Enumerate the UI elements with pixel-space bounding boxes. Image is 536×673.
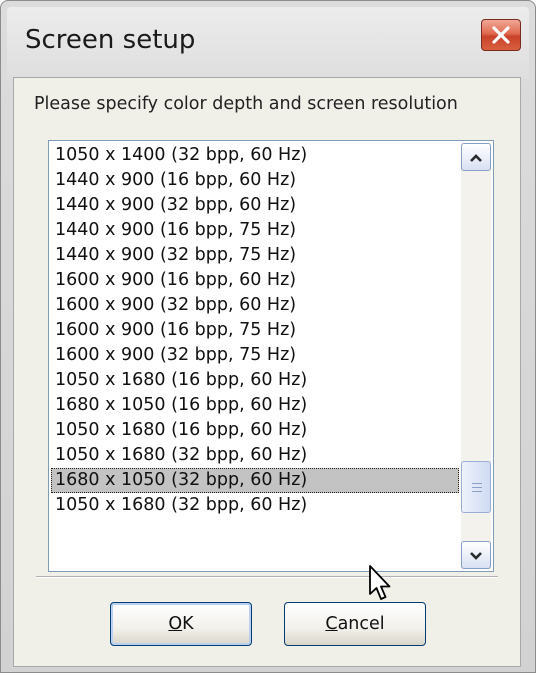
list-item[interactable]: 1050 x 1680 (32 bpp, 60 Hz) (51, 493, 459, 518)
thumb-grip-line (472, 487, 482, 488)
list-item[interactable]: 1440 x 900 (16 bpp, 75 Hz) (51, 218, 459, 243)
mouse-pointer-icon (368, 564, 394, 604)
thumb-grip-line (472, 491, 482, 492)
list-item[interactable]: 1050 x 1400 (32 bpp, 60 Hz) (51, 143, 459, 168)
resolution-listbox[interactable]: 1050 x 1400 (32 bpp, 60 Hz) 1440 x 900 (1… (48, 140, 494, 572)
window-title: Screen setup (25, 25, 196, 55)
scroll-down-button[interactable] (461, 541, 491, 569)
ok-button[interactable]: OK (110, 602, 252, 646)
list-item[interactable]: 1680 x 1050 (16 bpp, 60 Hz) (51, 393, 459, 418)
list-item[interactable]: 1600 x 900 (32 bpp, 60 Hz) (51, 293, 459, 318)
scroll-thumb[interactable] (461, 461, 491, 513)
list-item[interactable]: 1050 x 1680 (16 bpp, 60 Hz) (51, 368, 459, 393)
vertical-scrollbar[interactable] (461, 143, 491, 569)
dialog-client-area: Please specify color depth and screen re… (13, 77, 521, 667)
cancel-button-mnemonic: C (325, 614, 338, 634)
ok-button-label: K (182, 614, 194, 634)
list-item[interactable]: 1600 x 900 (16 bpp, 60 Hz) (51, 268, 459, 293)
close-icon (491, 26, 511, 44)
cancel-button-label: ancel (337, 614, 385, 634)
chevron-up-icon (469, 148, 483, 167)
chevron-down-icon (469, 546, 483, 565)
list-item[interactable]: 1600 x 900 (32 bpp, 75 Hz) (51, 343, 459, 368)
cancel-button[interactable]: Cancel (284, 602, 426, 646)
list-item[interactable]: 1600 x 900 (16 bpp, 75 Hz) (51, 318, 459, 343)
list-item[interactable]: 1440 x 900 (32 bpp, 60 Hz) (51, 193, 459, 218)
close-button[interactable] (481, 19, 521, 51)
scroll-track[interactable] (461, 171, 491, 541)
separator-line (36, 576, 498, 578)
title-bar[interactable]: Screen setup (7, 7, 529, 79)
instruction-label: Please specify color depth and screen re… (34, 94, 458, 114)
scroll-up-button[interactable] (461, 143, 491, 171)
list-item[interactable]: 1050 x 1680 (32 bpp, 60 Hz) (51, 443, 459, 468)
list-item-selected[interactable]: 1680 x 1050 (32 bpp, 60 Hz) (51, 468, 459, 493)
list-item[interactable]: 1050 x 1680 (16 bpp, 60 Hz) (51, 418, 459, 443)
list-item[interactable]: 1440 x 900 (16 bpp, 60 Hz) (51, 168, 459, 193)
list-item[interactable]: 1440 x 900 (32 bpp, 75 Hz) (51, 243, 459, 268)
ok-button-mnemonic: O (168, 614, 183, 634)
dialog-window: Screen setup Please specify color depth … (0, 0, 536, 673)
thumb-grip-line (472, 483, 482, 484)
resolution-list: 1050 x 1400 (32 bpp, 60 Hz) 1440 x 900 (1… (51, 143, 459, 569)
